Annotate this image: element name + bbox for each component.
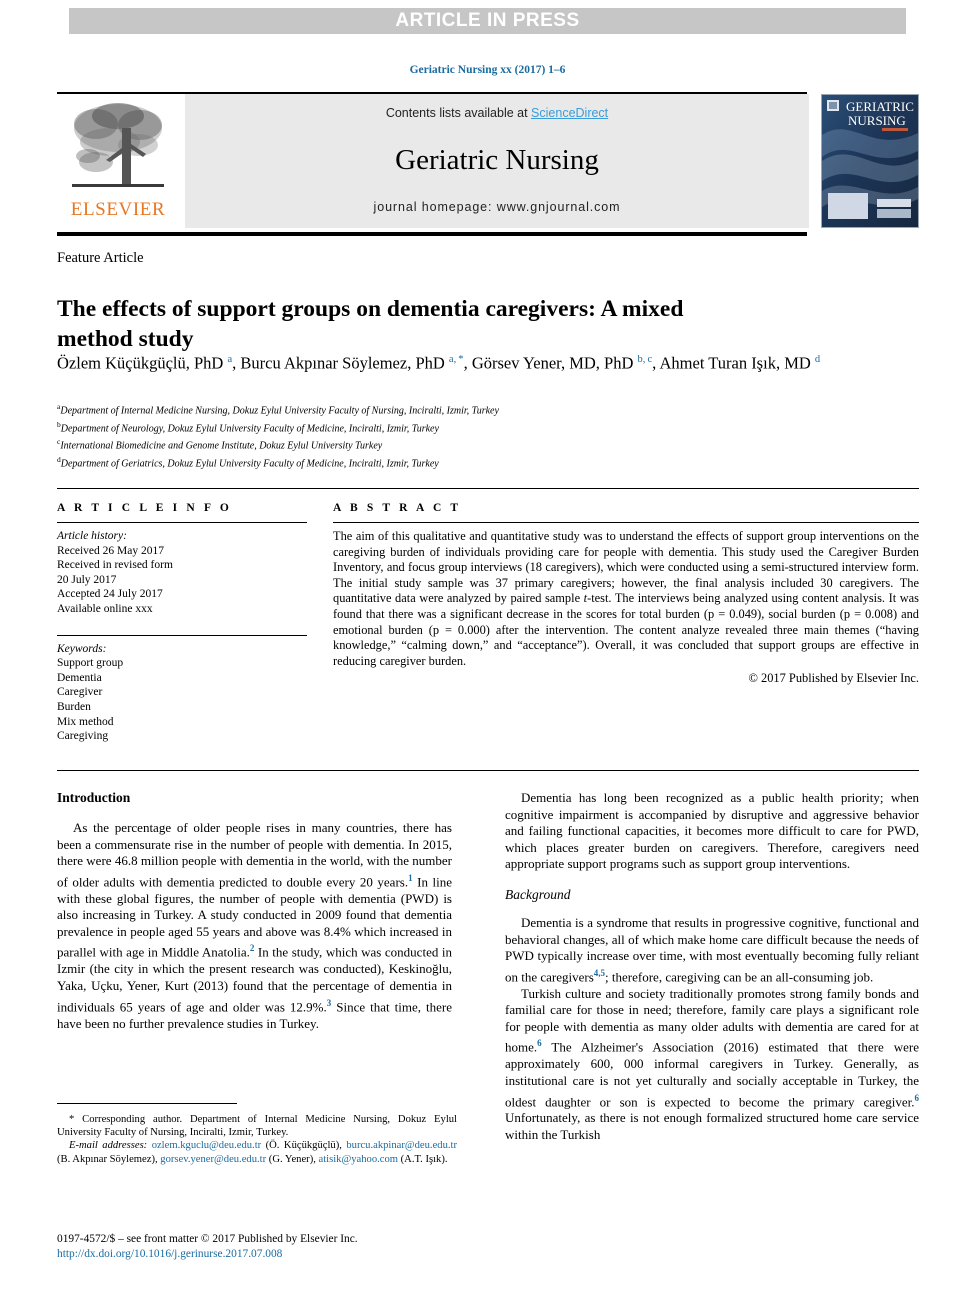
page-title: The effects of support groups on dementi… xyxy=(57,295,684,352)
abstract-column: A B S T R A C T The aim of this qualitat… xyxy=(333,502,919,686)
affiliation-text: International Biomedicine and Genome Ins… xyxy=(60,440,383,452)
affiliation-list: aDepartment of Internal Medicine Nursing… xyxy=(57,400,857,471)
elsevier-wordmark: ELSEVIER xyxy=(70,199,166,220)
background-heading: Background xyxy=(505,886,571,902)
introduction-heading: Introduction xyxy=(57,790,131,805)
info-section-bottom-rule xyxy=(57,770,919,771)
article-info-rule xyxy=(57,522,307,523)
journal-cover-thumbnail: GERIATRIC NURSING xyxy=(821,94,919,228)
cover-art: GERIATRIC NURSING xyxy=(822,95,918,227)
background-paragraph-1: Dementia is a syndrome that results in p… xyxy=(505,914,919,985)
corresponding-author-note: * Corresponding author. Department of In… xyxy=(57,1114,457,1139)
article-history-block: Article history: Received 26 May 2017 Re… xyxy=(57,529,307,617)
article-type-label: Feature Article xyxy=(57,250,144,266)
article-in-press-banner: ARTICLE IN PRESS xyxy=(69,8,906,34)
issn-line: 0197-4572/$ – see front matter © 2017 Pu… xyxy=(57,1233,358,1245)
introduction-paragraph: As the percentage of older people rises … xyxy=(57,820,452,1031)
affiliation-text: Department of Neurology, Dokuz Eylul Uni… xyxy=(60,423,439,435)
affiliation-item: aDepartment of Internal Medicine Nursing… xyxy=(57,400,857,418)
info-section-top-rule xyxy=(57,488,919,489)
affiliation-text: Department of Internal Medicine Nursing,… xyxy=(60,405,499,417)
article-info-heading: A R T I C L E I N F O xyxy=(57,502,232,514)
elsevier-tree-icon xyxy=(72,103,164,187)
masthead-bottom-rule xyxy=(57,232,807,236)
keywords-block: Keywords: Support group Dementia Caregiv… xyxy=(57,642,307,744)
keywords-rule xyxy=(57,634,307,636)
history-line: Received 26 May 2017 xyxy=(57,544,164,557)
article-info-column: A R T I C L E I N F O Article history: R… xyxy=(57,502,307,744)
journal-title: Geriatric Nursing xyxy=(395,143,599,176)
doi-link[interactable]: http://dx.doi.org/10.1016/j.gerinurse.20… xyxy=(57,1248,282,1260)
history-line: Accepted 24 July 2017 xyxy=(57,588,163,601)
contents-list-line: Contents lists available at ScienceDirec… xyxy=(386,106,608,120)
footnote-rule xyxy=(57,1103,237,1104)
keyword-item: Dementia xyxy=(57,671,102,684)
issn-footer: 0197-4572/$ – see front matter © 2017 Pu… xyxy=(57,1232,487,1261)
affiliation-text: Department of Geriatrics, Dokuz Eylul Un… xyxy=(60,458,439,470)
footnote-block: * Corresponding author. Department of In… xyxy=(57,1113,457,1166)
contents-prefix: Contents lists available at xyxy=(385,106,532,120)
elsevier-logo: ELSEVIER xyxy=(57,94,179,228)
keyword-item: Caregiver xyxy=(57,686,103,699)
abstract-rule xyxy=(333,522,919,523)
keywords-label: Keywords: xyxy=(57,642,107,655)
sciencedirect-link[interactable]: ScienceDirect xyxy=(531,106,608,120)
email-addresses-note[interactable]: E-mail addresses: ozlem.kguclu@deu.edu.t… xyxy=(57,1139,457,1165)
body-right-column: Dementia has long been recognized as a p… xyxy=(505,790,919,1144)
abstract-body: The aim of this qualitative and quantita… xyxy=(333,529,919,668)
keyword-item: Support group xyxy=(57,657,124,670)
keyword-item: Mix method xyxy=(57,715,114,728)
author-list: Özlem Küçükgüçlü, PhD a, Burcu Akpınar S… xyxy=(57,353,821,373)
journal-masthead: ELSEVIER Contents lists available at Sci… xyxy=(57,92,919,228)
keyword-item: Burden xyxy=(57,700,91,713)
body-left-column: Introduction As the percentage of older … xyxy=(57,790,452,1032)
article-in-press-label: ARTICLE IN PRESS xyxy=(395,10,580,31)
abstract-copyright: © 2017 Published by Elsevier Inc. xyxy=(748,671,919,686)
running-head-citation: Geriatric Nursing xx (2017) 1–6 xyxy=(409,64,566,76)
abstract-heading: A B S T R A C T xyxy=(333,502,462,514)
intro-continuation-paragraph: Dementia has long been recognized as a p… xyxy=(505,790,919,872)
journal-band: Contents lists available at ScienceDirec… xyxy=(185,94,809,228)
journal-homepage[interactable]: journal homepage: www.gnjournal.com xyxy=(374,200,621,214)
history-line: Received in revised form xyxy=(57,559,173,572)
keyword-item: Caregiving xyxy=(57,730,109,743)
history-line: 20 July 2017 xyxy=(57,573,117,586)
affiliation-item: bDepartment of Neurology, Dokuz Eylul Un… xyxy=(57,418,857,436)
article-history-label: Article history: xyxy=(57,530,127,542)
history-line: Available online xxx xyxy=(57,602,153,615)
affiliation-item: dDepartment of Geriatrics, Dokuz Eylul U… xyxy=(57,453,857,471)
affiliation-item: cInternational Biomedicine and Genome In… xyxy=(57,435,857,453)
svg-text:NURSING: NURSING xyxy=(848,113,906,128)
svg-text:GERIATRIC: GERIATRIC xyxy=(846,99,914,114)
background-paragraph-2: Turkish culture and society traditionall… xyxy=(505,985,919,1143)
